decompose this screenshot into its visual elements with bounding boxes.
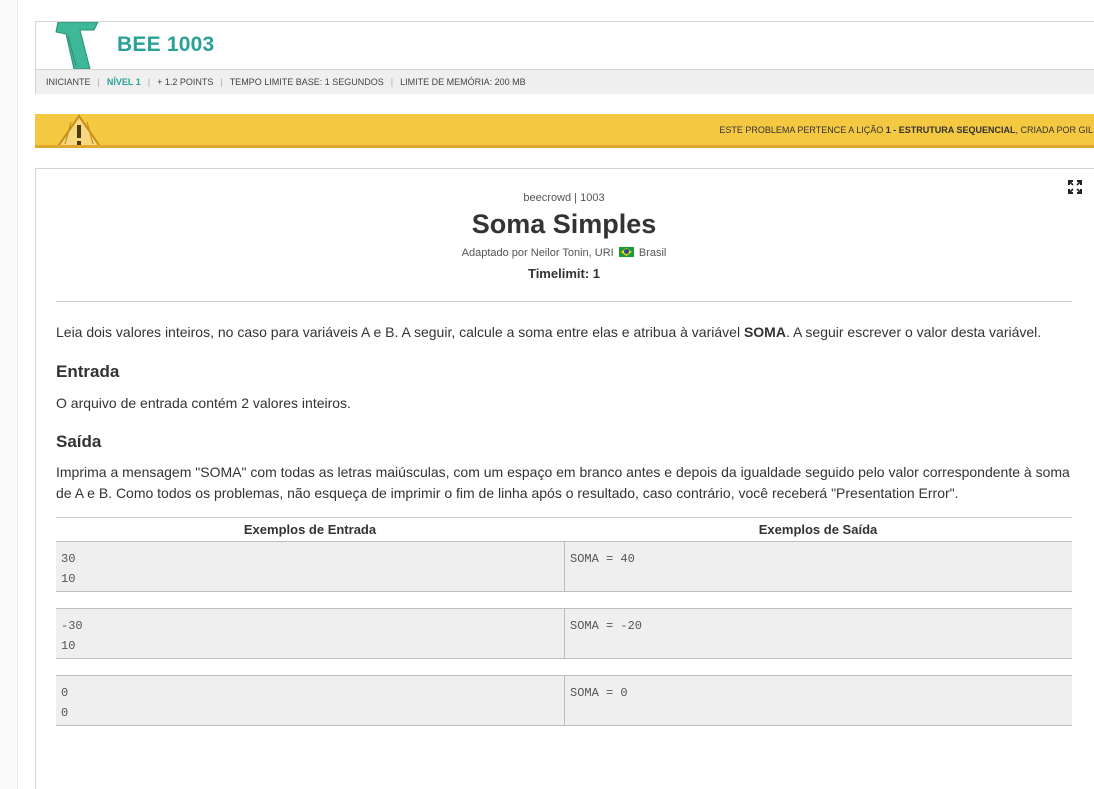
brazil-flag-icon: [618, 247, 634, 257]
problem-title: Soma Simples: [471, 209, 657, 239]
example-output: SOMA = -20: [564, 609, 1072, 658]
description-text: Leia dois valores inteiros, no caso para…: [56, 324, 744, 340]
example-output: SOMA = 0: [564, 676, 1072, 725]
problem-meta-bar: INICIANTE | NÍVEL 1 | + 1.2 POINTS | TEM…: [36, 69, 1094, 94]
example-output: SOMA = 40: [564, 542, 1072, 591]
time-limit-label: TEMPO LIMITE BASE: 1 SEGUNDOS: [229, 77, 384, 87]
points-label: + 1.2 POINTS: [157, 77, 214, 87]
problem-header: BEE 1003 INICIANTE | NÍVEL 1 | + 1.2 POI…: [35, 21, 1094, 94]
lesson-prefix: ESTE PROBLEMA PERTENCE A LIÇÃO: [719, 125, 886, 135]
author-text: Adaptado por Neilor Tonin, URI: [461, 247, 614, 259]
examples-header: Exemplos de Entrada Exemplos de Saída: [56, 517, 1072, 541]
description-bold: SOMA: [743, 324, 786, 340]
examples-output-header: Exemplos de Saída: [758, 522, 878, 537]
output-heading: Saída: [56, 432, 102, 451]
examples-table: Exemplos de Entrada Exemplos de Saída 30…: [56, 517, 1072, 742]
lesson-text: ESTE PROBLEMA PERTENCE A LIÇÃO 1 - ESTRU…: [719, 125, 1093, 135]
example-input: 0 0: [61, 686, 69, 720]
example-row: 30 10 SOMA = 40: [56, 541, 1072, 592]
problem-author: Adaptado por Neilor Tonin, URI Brasil: [36, 247, 1092, 259]
level-one-logo-icon: [55, 22, 99, 69]
left-rail: [0, 0, 18, 789]
output-description: Imprima a mensagem "SOMA" com todas as l…: [56, 464, 1070, 501]
section-divider: [56, 301, 1072, 302]
input-heading: Entrada: [56, 362, 120, 381]
problem-description: Leia dois valores inteiros, no caso para…: [56, 322, 1076, 343]
examples-input-header: Exemplos de Entrada: [243, 522, 377, 537]
memory-limit-label: LIMITE DE MEMÓRIA: 200 MB: [400, 77, 526, 87]
lesson-link[interactable]: 1 - ESTRUTURA SEQUENCIAL: [886, 125, 1016, 135]
example-row: 0 0 SOMA = 0: [56, 675, 1072, 726]
input-description: O arquivo de entrada contém 2 valores in…: [56, 395, 351, 411]
author-country: Brasil: [638, 247, 667, 259]
lesson-banner: ESTE PROBLEMA PERTENCE A LIÇÃO 1 - ESTRU…: [35, 114, 1094, 148]
example-input: 30 10: [61, 552, 76, 586]
example-row: -30 10 SOMA = -20: [56, 608, 1072, 659]
problem-timelimit: Timelimit: 1: [527, 266, 600, 281]
category-label: INICIANTE: [46, 77, 91, 87]
problem-statement-card: beecrowd | 1003 Soma Simples Adaptado po…: [35, 168, 1094, 789]
problem-id: BEE 1003: [117, 33, 215, 56]
lesson-suffix: , CRIADA POR GIL: [1015, 125, 1093, 135]
level-label: NÍVEL 1: [106, 77, 141, 87]
problem-source: beecrowd | 1003: [523, 192, 605, 204]
warning-icon: [57, 114, 101, 145]
description-end: . A seguir escrever o valor desta variáv…: [785, 324, 1042, 340]
example-input: -30 10: [61, 619, 83, 653]
